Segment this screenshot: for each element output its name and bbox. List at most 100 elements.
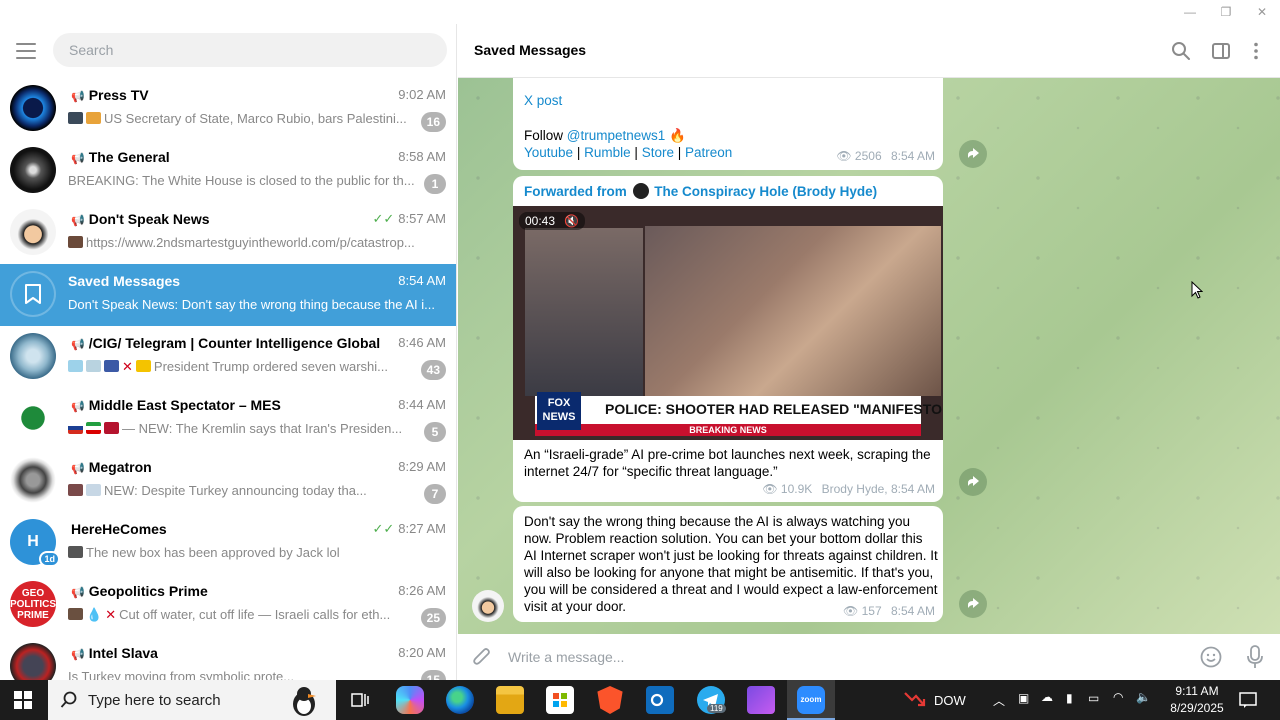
message-composer	[458, 634, 1280, 680]
edge-browser-icon[interactable]	[446, 686, 474, 714]
media-thumb-icon	[86, 484, 101, 496]
microphone-tray-icon[interactable]: ▮	[1066, 691, 1073, 705]
separator: |	[677, 145, 682, 160]
handle-link[interactable]: @trumpetnews1	[567, 128, 666, 143]
video-player[interactable]: POLICE: SHOOTER HAD RELEASED "MANIFESTO"…	[513, 206, 943, 440]
more-vertical-icon[interactable]	[1246, 41, 1266, 61]
chat-item-megatron[interactable]: 📢 Megatron 8:29 AM NEW: Despite Turkey an…	[0, 450, 456, 512]
telegram-icon[interactable]: 119	[697, 686, 726, 714]
message-bubble[interactable]: Don't say the wrong thing because the AI…	[513, 506, 943, 622]
mouse-cursor-icon	[1191, 280, 1204, 304]
battery-icon[interactable]: ▭	[1088, 691, 1099, 705]
windows-start-icon[interactable]	[14, 691, 32, 714]
megaphone-icon: 📢	[71, 339, 85, 351]
message-text: Don't say the wrong thing because the AI…	[524, 514, 938, 614]
breaking-news-strip: BREAKING NEWS	[535, 424, 921, 436]
chat-item-intel-slava[interactable]: 📢 Intel Slava 8:20 AM Is Turkey moving fr…	[0, 636, 456, 680]
attach-icon[interactable]	[472, 646, 492, 673]
window-titlebar: — ❐ ✕	[0, 0, 1280, 24]
separator: |	[634, 145, 638, 160]
sender-avatar[interactable]	[472, 590, 504, 622]
chat-name: Megatron	[88, 459, 152, 475]
muted-speaker-icon[interactable]: 🔇	[564, 214, 579, 228]
search-icon[interactable]	[1171, 41, 1191, 61]
separator: |	[576, 145, 581, 160]
unread-badge: 1	[424, 174, 446, 194]
forwarded-source-link[interactable]: The Conspiracy Hole (Brody Hyde)	[654, 184, 877, 199]
media-thumb-icon	[68, 608, 83, 620]
news-banner: POLICE: SHOOTER HAD RELEASED "MANIFESTO"…	[535, 396, 943, 426]
share-icon[interactable]	[959, 140, 987, 168]
windows-taskbar: Type here to search 119 zoom DOW ︿ ▣ ☁ ▮…	[0, 680, 1280, 720]
chat-item-the-general[interactable]: 📢 The General 8:58 AM BREAKING: The White…	[0, 140, 456, 202]
zoom-taskbar-button[interactable]: zoom	[787, 680, 835, 720]
chat-item-cig-telegram[interactable]: 📢/CIG/ Telegram | Counter Intelligence G…	[0, 326, 456, 388]
x-post-link[interactable]: X post	[524, 93, 562, 108]
unread-badge: 16	[420, 112, 446, 132]
outlook-icon[interactable]	[646, 686, 674, 714]
wifi-icon[interactable]: ◠	[1113, 690, 1123, 704]
meet-now-icon[interactable]: ▣	[1018, 691, 1029, 705]
chat-name: HereHeComes	[71, 521, 167, 537]
task-view-icon[interactable]	[346, 686, 374, 714]
chat-preview: BREAKING: The White House is closed to t…	[68, 173, 415, 188]
chat-item-dont-speak-news[interactable]: 📢 Don't Speak News ✓✓ 8:57 AM https://www.…	[0, 202, 456, 264]
maximize-button[interactable]: ❐	[1208, 0, 1244, 24]
forwarded-message-bubble[interactable]: Forwarded from The Conspiracy Hole (Brod…	[513, 176, 943, 502]
megaphone-icon: 📢	[71, 463, 85, 475]
clock-time[interactable]: 9:11 AM	[1162, 684, 1232, 698]
share-icon[interactable]	[959, 590, 987, 618]
copilot-icon[interactable]	[396, 686, 424, 714]
media-thumb-icon	[68, 360, 83, 372]
dow-label[interactable]: DOW	[934, 693, 966, 708]
close-button[interactable]: ✕	[1244, 0, 1280, 24]
sidebar-toggle-icon[interactable]	[1211, 41, 1231, 61]
cross-icon: ✕	[122, 359, 133, 374]
search-input[interactable]	[53, 33, 447, 67]
chat-item-middle-east-spectator[interactable]: 📢 Middle East Spectator – MES 8:44 AM — N…	[0, 388, 456, 450]
chat-item-hereHecomes[interactable]: H 1d HereHeComes ✓✓ 8:27 AM The new box h…	[0, 512, 456, 574]
tray-overflow-chevron-icon[interactable]: ︿	[993, 692, 1005, 709]
app-icon[interactable]	[747, 686, 775, 714]
forwarded-label: Forwarded from	[524, 184, 627, 199]
microsoft-store-icon[interactable]	[546, 686, 574, 714]
chat-name: Press TV	[88, 87, 149, 103]
message-bubble[interactable]: X post Follow @trumpetnews1 🔥 Youtube | …	[513, 78, 943, 170]
chat-preview: Is Turkey moving from symbolic prote...	[68, 669, 295, 680]
message-area[interactable]: X post Follow @trumpetnews1 🔥 Youtube | …	[458, 78, 1280, 634]
chat-item-saved-messages[interactable]: Saved Messages 8:54 AM Don't Speak News:…	[0, 264, 456, 326]
brave-browser-icon[interactable]	[597, 686, 623, 714]
share-icon[interactable]	[959, 468, 987, 496]
flag-icon	[104, 422, 119, 434]
microphone-icon[interactable]	[1246, 645, 1264, 674]
emoji-icon[interactable]	[1200, 646, 1222, 673]
file-explorer-icon[interactable]	[496, 686, 524, 714]
chat-name: Middle East Spectator – MES	[88, 397, 281, 413]
patreon-link[interactable]: Patreon	[685, 145, 732, 160]
chat-item-geopolitics-prime[interactable]: GEO POLITICS PRIME 📢 Geopolitics Prime 8:26…	[0, 574, 456, 636]
chat-time: 8:58 AM	[398, 149, 446, 164]
source-avatar	[632, 183, 649, 199]
megaphone-icon: 📢	[71, 401, 85, 413]
avatar	[10, 147, 56, 193]
chat-preview: US Secretary of State, Marco Rubio, bars…	[104, 111, 407, 126]
onedrive-cloud-icon[interactable]: ☁	[1041, 690, 1053, 704]
stock-down-icon[interactable]	[904, 690, 926, 715]
youtube-link[interactable]: Youtube	[524, 145, 573, 160]
message-input[interactable]	[508, 646, 1188, 668]
avatar-letter: H	[27, 533, 39, 550]
chat-list-panel: 📢Press TV 9:02 AM US Secretary of State,…	[0, 24, 457, 680]
chat-name: Saved Messages	[68, 273, 181, 289]
rumble-link[interactable]: Rumble	[584, 145, 631, 160]
volume-icon[interactable]: 🔈	[1136, 690, 1151, 704]
clock-date[interactable]: 8/29/2025	[1162, 701, 1232, 715]
megaphone-icon: 📢	[71, 91, 85, 103]
taskbar-search-box[interactable]: Type here to search	[48, 680, 336, 720]
minimize-button[interactable]: —	[1172, 0, 1208, 24]
chat-item-press-tv[interactable]: 📢 Press TV 9:02 AM US Secretary of State,…	[0, 78, 456, 140]
notifications-icon[interactable]	[1239, 691, 1257, 714]
menu-icon[interactable]	[16, 43, 36, 59]
chat-time: 8:57 AM	[398, 211, 446, 226]
store-link[interactable]: Store	[642, 145, 674, 160]
megaphone-icon: 📢	[71, 153, 85, 165]
